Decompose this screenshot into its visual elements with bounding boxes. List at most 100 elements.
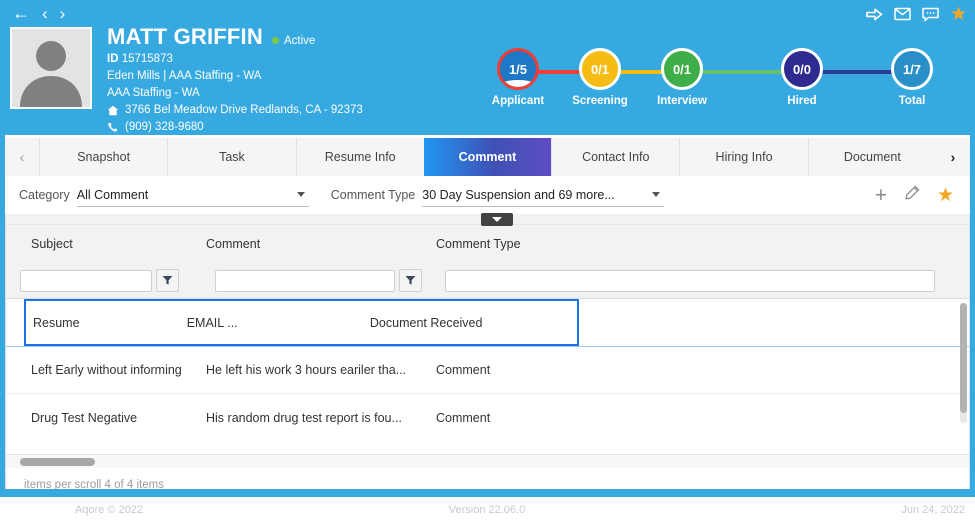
tab-task[interactable]: Task <box>167 138 296 176</box>
cell-subject: Left Early without informing <box>31 363 182 377</box>
application-window: ← ‹ › ★ MATT GRIFFIN Active ID 15715873 … <box>0 0 975 522</box>
bottom-blue-strip <box>0 489 975 497</box>
status-badge: Active <box>271 34 316 47</box>
add-comment-button[interactable]: + <box>875 185 887 206</box>
filter-input-subject[interactable] <box>20 269 152 292</box>
table-row[interactable]: Drug Test Negative His random drug test … <box>6 394 969 441</box>
filter-cell-subject <box>6 269 206 292</box>
tab-bar: ‹ Snapshot Task Resume Info Comment Cont… <box>5 138 970 176</box>
filter-funnel-icon-comment[interactable] <box>399 269 422 292</box>
tab-label: Comment <box>458 150 517 164</box>
pipeline-stage-applicant[interactable]: 1/5 Applicant <box>480 48 556 107</box>
grid-collapse-strip <box>6 213 969 226</box>
pipeline-circle-hired: 0/0 <box>781 48 823 90</box>
filter-cell-comment <box>206 269 436 292</box>
cell-comment: His random drug test report is fou... <box>206 410 402 425</box>
filter-input-comment-type[interactable] <box>445 269 935 292</box>
favorite-star-icon[interactable]: ★ <box>937 186 954 205</box>
mail-icon[interactable] <box>894 7 911 21</box>
pipeline-value-screening: 0/1 <box>590 61 610 77</box>
comments-grid: Subject Comment Comment Type Resume EMAI… <box>5 213 970 502</box>
tab-snapshot[interactable]: Snapshot <box>39 138 168 176</box>
tab-comment[interactable]: Comment <box>423 138 552 176</box>
column-header-comment[interactable]: Comment <box>206 237 436 251</box>
wave-decoration <box>500 80 536 87</box>
table-row[interactable]: Left Early without informing He left his… <box>6 347 969 394</box>
favorite-star-icon[interactable]: ★ <box>950 5 967 24</box>
grid-body: Resume EMAIL ... Document Received Left … <box>6 299 969 454</box>
grid-vertical-scrollbar[interactable] <box>960 303 967 423</box>
tab-label: Snapshot <box>77 150 131 164</box>
pipeline-label-applicant: Applicant <box>491 95 545 107</box>
tab-scroll-right-icon[interactable]: › <box>935 138 970 176</box>
chevron-down-icon <box>652 191 661 197</box>
filter-bar-actions: + ★ <box>875 185 954 206</box>
filter-bar: Category All Comment Comment Type 30 Day… <box>5 176 970 214</box>
hiring-pipeline: 1/5 Applicant 0/1 Screening 0/1 Intervie… <box>480 48 965 123</box>
comment-type-label: Comment Type <box>330 188 416 202</box>
person-phone-line: (909) 328-9680 <box>107 119 363 135</box>
avatar <box>10 27 92 109</box>
header-navigation: ← ‹ › <box>10 0 67 26</box>
right-blue-edge <box>970 135 975 489</box>
person-branch: Eden Mills | AAA Staffing - WA <box>107 70 262 82</box>
footer-date: Jun 24, 2022 <box>901 503 965 516</box>
person-address-line: 3766 Bel Meadow Drive Redlands, CA - 923… <box>107 102 363 118</box>
pipeline-label-screening: Screening <box>572 95 628 107</box>
chevron-down-icon <box>296 191 305 197</box>
person-address: 3766 Bel Meadow Drive Redlands, CA - 923… <box>125 104 363 116</box>
category-filter: Category All Comment <box>19 184 309 207</box>
id-value: 15715873 <box>121 53 173 65</box>
category-dropdown[interactable]: All Comment <box>76 184 309 207</box>
edit-pencil-icon[interactable] <box>904 185 920 206</box>
tab-scroll-left-icon[interactable]: ‹ <box>5 138 39 176</box>
tab-resume-info[interactable]: Resume Info <box>295 138 424 176</box>
pipeline-label-hired: Hired <box>787 95 817 107</box>
category-label: Category <box>19 188 70 202</box>
filter-funnel-icon-subject[interactable] <box>156 269 179 292</box>
status-label: Active <box>283 34 316 47</box>
tab-label: Document <box>843 150 901 164</box>
grid-vertical-scroll-thumb[interactable] <box>960 303 967 413</box>
column-header-comment-type[interactable]: Comment Type <box>436 237 696 251</box>
category-value: All Comment <box>76 187 149 202</box>
comment-type-dropdown[interactable]: 30 Day Suspension and 69 more... <box>422 184 665 207</box>
grid-horizontal-scrollbar[interactable] <box>6 454 969 468</box>
header-action-icons: ★ <box>866 2 967 26</box>
grid-header-row: Subject Comment Comment Type <box>6 225 969 263</box>
chevron-down-icon <box>492 217 502 222</box>
tab-hiring-info[interactable]: Hiring Info <box>679 138 808 176</box>
cell-subject: Drug Test Negative <box>31 410 138 425</box>
pipeline-stage-hired[interactable]: 0/0 Hired <box>764 48 840 107</box>
message-icon[interactable] <box>922 7 939 22</box>
previous-record-icon[interactable]: ‹ <box>40 5 50 22</box>
page-footer: Aqore © 2022 Version 22.06.0 Jun 24, 202… <box>0 497 975 522</box>
person-id-line: ID 15715873 <box>107 51 363 67</box>
person-phone: (909) 328-9680 <box>125 121 204 133</box>
share-arrow-icon[interactable] <box>866 7 883 22</box>
collapse-filter-button[interactable] <box>481 213 513 226</box>
tab-label: Resume Info <box>324 150 396 164</box>
pipeline-stage-screening[interactable]: 0/1 Screening <box>562 48 638 107</box>
pipeline-circle-interview: 0/1 <box>661 48 703 90</box>
profile-header: ← ‹ › ★ MATT GRIFFIN Active ID 15715873 … <box>0 0 975 135</box>
id-label: ID <box>107 53 119 65</box>
column-header-subject[interactable]: Subject <box>6 237 206 251</box>
pipeline-circle-total: 1/7 <box>891 48 933 90</box>
tab-document[interactable]: Document <box>807 138 936 176</box>
grid-horizontal-scroll-thumb[interactable] <box>20 458 95 466</box>
pipeline-label-interview: Interview <box>657 95 707 107</box>
table-row[interactable]: Resume EMAIL ... Document Received <box>24 299 579 346</box>
pipeline-stage-interview[interactable]: 0/1 Interview <box>644 48 720 107</box>
filter-input-comment[interactable] <box>215 269 395 292</box>
next-record-icon[interactable]: › <box>58 5 68 22</box>
tab-label: Contact Info <box>582 150 650 164</box>
pipeline-circle-screening: 0/1 <box>579 48 621 90</box>
comment-type-filter: Comment Type 30 Day Suspension and 69 mo… <box>331 184 665 207</box>
pipeline-stage-total[interactable]: 1/7 Total <box>874 48 950 107</box>
back-arrow-icon[interactable]: ← <box>10 4 32 22</box>
home-icon <box>107 105 119 116</box>
pipeline-value-hired: 0/0 <box>792 61 812 77</box>
cell-comment-type: Comment <box>436 363 491 377</box>
tab-contact-info[interactable]: Contact Info <box>551 138 680 176</box>
